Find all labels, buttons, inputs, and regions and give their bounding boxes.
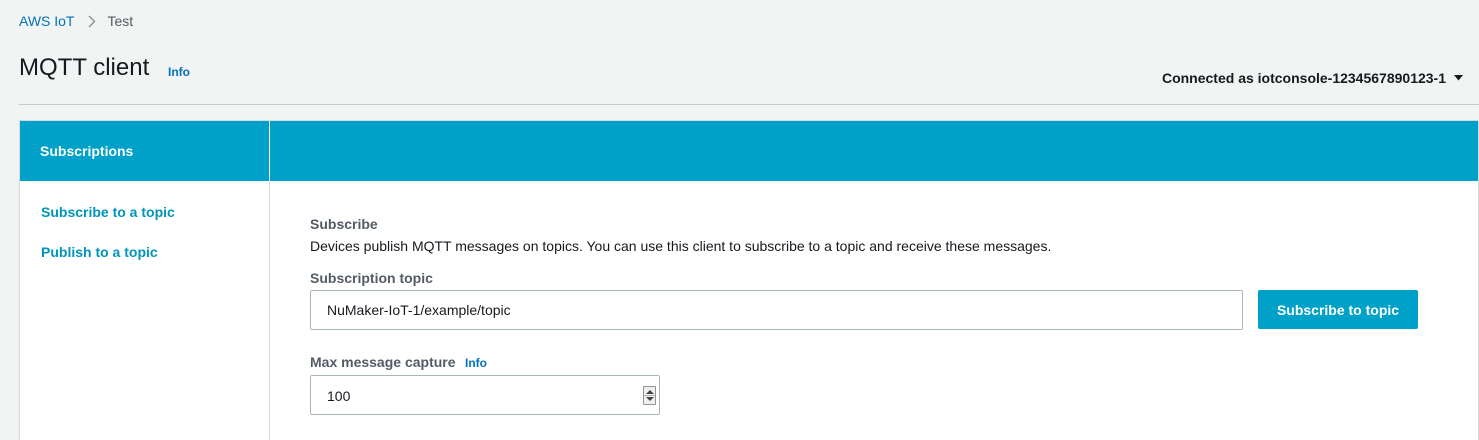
breadcrumb-aws-iot[interactable]: AWS IoT xyxy=(19,13,75,29)
page-title: MQTT client xyxy=(19,54,150,81)
breadcrumb-test: Test xyxy=(107,13,134,29)
chevron-right-icon xyxy=(88,15,96,28)
subscribe-to-topic-button[interactable]: Subscribe to topic xyxy=(1258,290,1418,329)
spin-divider xyxy=(644,395,655,396)
connection-menu[interactable]: Connected as iotconsole-1234567890123-1 xyxy=(1162,70,1463,86)
connected-as-label: Connected as iotconsole-1234567890123-1 xyxy=(1161,70,1446,86)
subscribe-description: Devices publish MQTT messages on topics.… xyxy=(310,238,1052,254)
max-message-capture-value: 100 xyxy=(327,388,351,404)
subscriptions-title: Subscriptions xyxy=(40,143,134,159)
subscription-topic-input[interactable] xyxy=(310,290,1243,330)
mqtt-client-panel: Subscriptions Subscribe to a topic Publi… xyxy=(19,120,1479,440)
spin-down-arrow[interactable] xyxy=(646,397,654,401)
header-divider xyxy=(19,104,1479,105)
subscribe-section-title: Subscribe xyxy=(310,216,378,232)
max-capture-info-link[interactable]: Info xyxy=(465,356,487,370)
sidebar-item-publish[interactable]: Publish to a topic xyxy=(41,244,158,260)
caret-down-icon xyxy=(1454,75,1463,81)
max-message-capture-label: Max message capture xyxy=(310,354,456,370)
sidebar-divider xyxy=(269,181,270,440)
max-message-capture-stepper[interactable]: 100 xyxy=(310,375,660,415)
subscription-topic-label: Subscription topic xyxy=(310,270,433,286)
spin-up-arrow[interactable] xyxy=(646,390,654,394)
page-info-link[interactable]: Info xyxy=(168,65,190,79)
sidebar-item-subscribe[interactable]: Subscribe to a topic xyxy=(41,204,175,220)
breadcrumb: AWS IoT Test xyxy=(19,13,133,29)
header-split-divider xyxy=(269,121,270,181)
panel-header: Subscriptions xyxy=(20,121,1478,181)
spinner-arrows-icon[interactable] xyxy=(643,386,656,405)
